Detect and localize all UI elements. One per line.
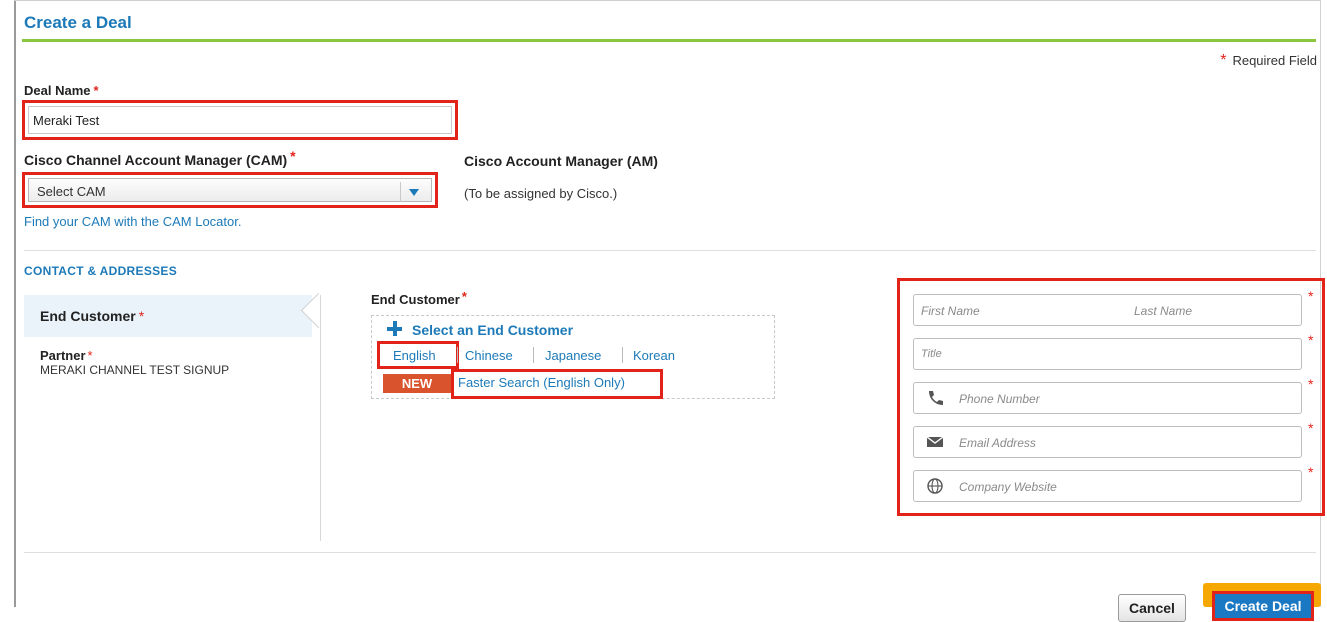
faster-search-link[interactable]: Faster Search (English Only)	[458, 375, 625, 390]
partner-value: MERAKI CHANNEL TEST SIGNUP	[40, 363, 230, 377]
cancel-button[interactable]: Cancel	[1118, 594, 1186, 622]
lang-japanese[interactable]: Japanese	[545, 348, 601, 363]
tab-partner[interactable]: Partner *	[40, 348, 93, 363]
deal-name-label-text: Deal Name	[24, 83, 91, 98]
title-placeholder: Title	[921, 348, 942, 360]
required-field-label: Required Field	[1232, 53, 1317, 68]
section-divider	[24, 250, 1316, 251]
window-top-border	[14, 0, 1321, 1]
lang-separator	[457, 347, 458, 363]
cam-label-text: Cisco Channel Account Manager (CAM)	[24, 152, 288, 168]
cam-locator-link[interactable]: Find your CAM with the CAM Locator.	[24, 214, 241, 229]
cam-select-highlight: Select CAM	[22, 172, 438, 208]
tab-divider	[320, 295, 321, 541]
plus-icon[interactable]	[387, 321, 402, 336]
tab-partner-label: Partner	[40, 348, 86, 363]
select-end-customer-link[interactable]: Select an End Customer	[412, 322, 573, 338]
tab-end-customer[interactable]: End Customer *	[24, 295, 312, 337]
phone-required-star: *	[1308, 376, 1314, 392]
cam-required-star: *	[290, 148, 296, 164]
new-badge: NEW	[383, 374, 451, 393]
page-title: Create a Deal	[24, 13, 132, 32]
last-name-placeholder: Last Name	[1134, 304, 1193, 318]
title-required-star: *	[1308, 332, 1314, 348]
title-field[interactable]: Title	[913, 338, 1302, 370]
required-star: *	[1220, 52, 1227, 69]
lang-separator	[533, 347, 534, 363]
lang-chinese[interactable]: Chinese	[465, 348, 513, 363]
globe-icon	[927, 478, 943, 494]
deal-name-label: Deal Name *	[24, 83, 99, 98]
tab-end-customer-label: End Customer *	[40, 308, 144, 324]
lang-english[interactable]: English	[393, 348, 436, 363]
lang-korean[interactable]: Korean	[633, 348, 675, 363]
window-left-border	[14, 0, 16, 607]
tab-end-customer-text: End Customer	[40, 308, 136, 324]
website-required-star: *	[1308, 464, 1314, 480]
cam-select[interactable]: Select CAM	[28, 178, 432, 202]
lang-separator	[622, 347, 623, 363]
cam-select-value: Select CAM	[37, 184, 106, 199]
am-label: Cisco Account Manager (AM)	[464, 153, 658, 169]
first-name-placeholder: First Name	[921, 304, 980, 318]
phone-placeholder: Phone Number	[959, 392, 1040, 406]
chevron-down-icon[interactable]	[400, 182, 427, 202]
title-underline	[22, 39, 1316, 42]
phone-field[interactable]: Phone Number	[913, 382, 1302, 414]
end-customer-star: *	[461, 289, 467, 304]
tab-end-customer-star: *	[138, 308, 145, 324]
phone-icon	[929, 391, 943, 405]
footer-divider	[24, 552, 1316, 553]
envelope-icon	[926, 436, 944, 447]
website-field[interactable]: Company Website	[913, 470, 1302, 502]
email-field[interactable]: Email Address	[913, 426, 1302, 458]
email-placeholder: Email Address	[959, 436, 1036, 450]
end-customer-label: End Customer *	[371, 289, 467, 307]
create-deal-button[interactable]: Create Deal	[1212, 591, 1314, 621]
am-note: (To be assigned by Cisco.)	[464, 186, 618, 201]
end-customer-label-text: End Customer	[371, 292, 460, 307]
name-required-star: *	[1308, 288, 1314, 304]
name-field[interactable]: First Name Last Name	[913, 294, 1302, 326]
deal-name-highlight: Meraki Test	[22, 100, 458, 140]
tab-partner-star: *	[87, 348, 93, 363]
contacts-section-title: CONTACT & ADDRESSES	[24, 264, 178, 278]
required-field-note: * Required Field	[1220, 52, 1317, 70]
deal-name-required-star: *	[93, 83, 99, 98]
cam-label: Cisco Channel Account Manager (CAM) *	[24, 148, 296, 168]
email-required-star: *	[1308, 420, 1314, 436]
deal-name-input[interactable]: Meraki Test	[28, 106, 452, 134]
website-placeholder: Company Website	[959, 480, 1057, 494]
